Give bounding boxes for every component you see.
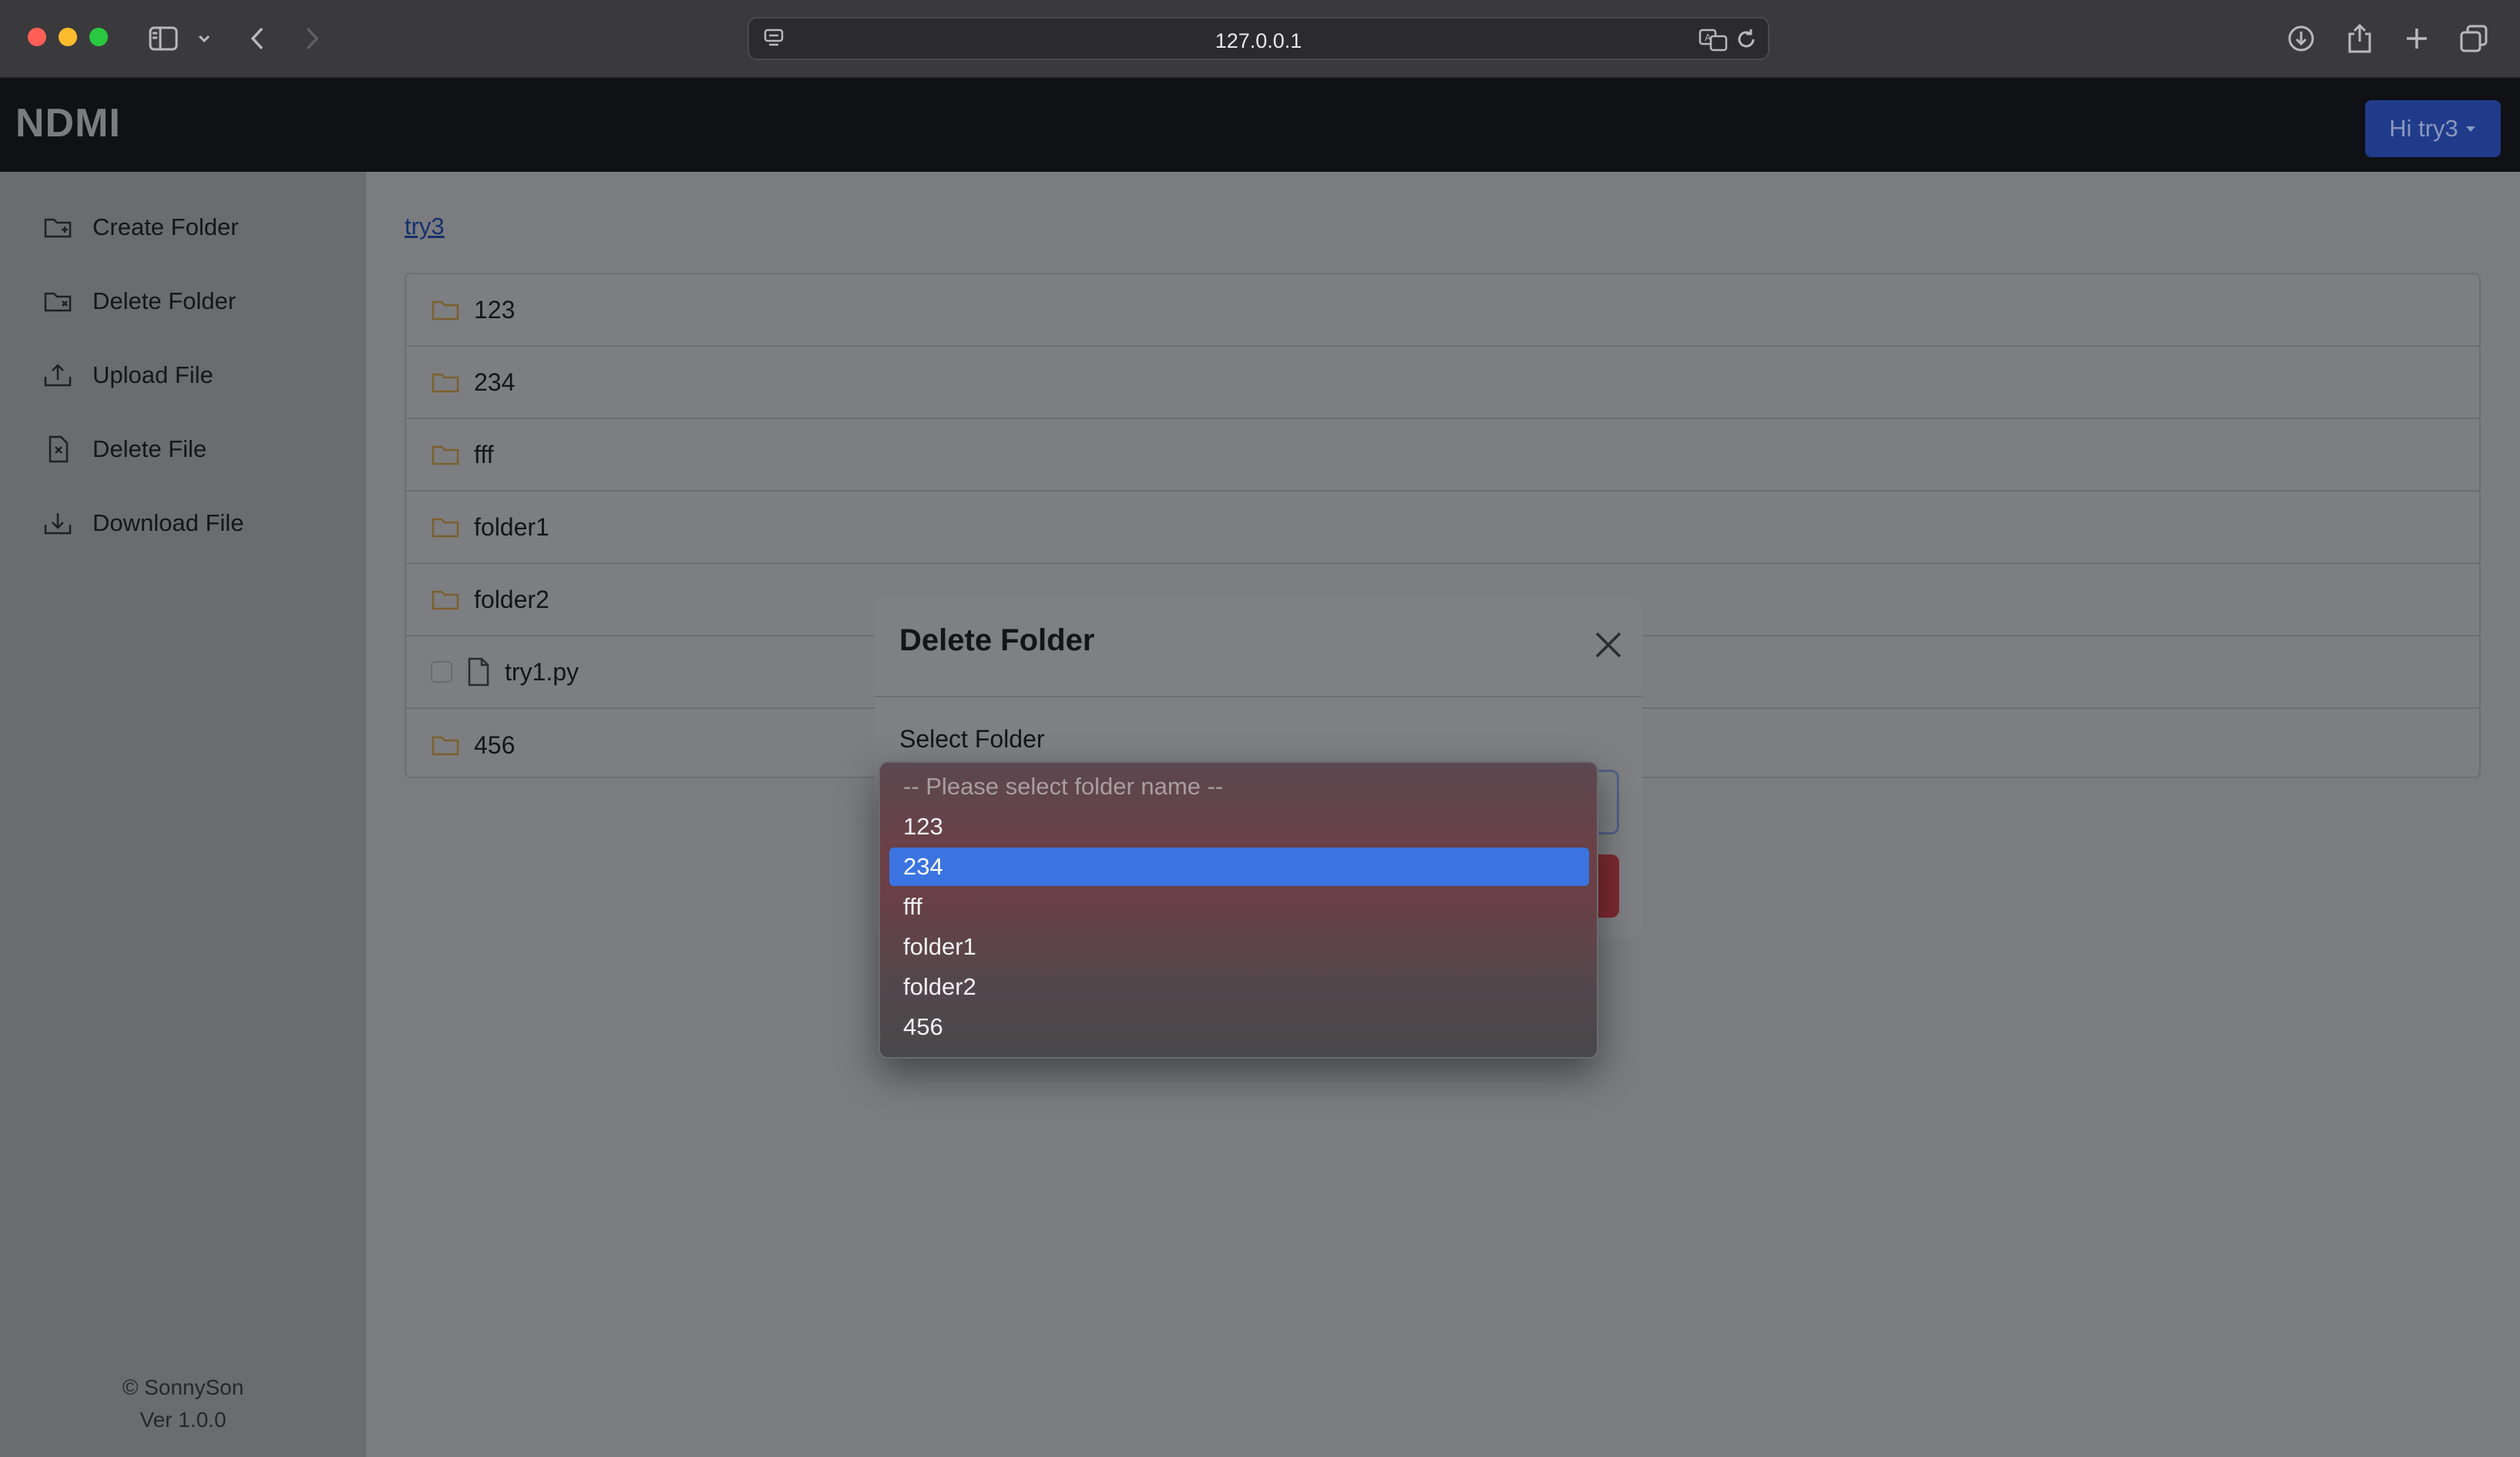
file-icon (468, 657, 489, 687)
list-item-name: 456 (474, 730, 516, 759)
list-item[interactable]: 123 (406, 274, 2479, 347)
folder-icon (432, 736, 459, 756)
dropdown-option[interactable]: 123 (889, 807, 1589, 846)
dropdown-option[interactable]: folder2 (889, 968, 1589, 1006)
sidebar-item-label: Create Folder (92, 213, 239, 240)
list-item-name: folder2 (474, 585, 549, 613)
list-item[interactable]: fff (406, 419, 2479, 492)
forward-icon[interactable] (297, 20, 328, 57)
select-folder-label: Select Folder (899, 725, 1045, 753)
tab-overview-icon[interactable] (2457, 20, 2491, 57)
list-item-name: try1.py (505, 657, 580, 686)
download-icon (44, 513, 72, 535)
caret-down-icon (2465, 126, 2475, 132)
modal-title: Delete Folder (899, 623, 1095, 657)
dropdown-option[interactable]: 456 (889, 1008, 1589, 1046)
footer-copyright: © SonnySon (122, 1375, 244, 1399)
folder-x-icon (44, 292, 72, 312)
dropdown-option-placeholder[interactable]: -- Please select folder name -- (889, 767, 1589, 806)
folder-select-dropdown: -- Please select folder name -- 123 234 … (879, 761, 1598, 1059)
folder-icon (432, 373, 459, 393)
user-menu-button[interactable]: Hi try3 (2365, 100, 2501, 157)
sidebar-item-label: Download File (92, 509, 244, 536)
file-checkbox[interactable] (431, 661, 452, 683)
brand-logo[interactable]: NDMI (15, 100, 121, 146)
sidebar-item-label: Delete File (92, 435, 207, 462)
dropdown-option[interactable]: folder1 (889, 928, 1589, 966)
list-item-name: 123 (474, 295, 516, 324)
address-bar[interactable]: 127.0.0.1 A (748, 17, 1769, 60)
browser-toolbar: 127.0.0.1 A (0, 0, 2520, 79)
svg-text:A: A (1705, 32, 1712, 43)
footer-version: Ver 1.0.0 (139, 1408, 227, 1432)
upload-icon (44, 364, 72, 387)
list-item-name: fff (474, 440, 494, 468)
list-item-name: 234 (474, 368, 516, 396)
downloads-icon[interactable] (2284, 20, 2318, 57)
folder-icon (432, 590, 459, 610)
close-window-button[interactable] (28, 28, 46, 46)
sidebar-item-label: Upload File (92, 361, 213, 388)
sidebar-item-delete-folder[interactable]: Delete Folder (43, 278, 236, 324)
sidebar-item-delete-file[interactable]: Delete File (43, 426, 207, 472)
share-icon[interactable] (2343, 20, 2377, 57)
sidebar-item-upload-file[interactable]: Upload File (43, 352, 213, 398)
folder-icon (432, 445, 459, 465)
sidebar-toggle-icon[interactable] (145, 20, 182, 57)
folder-icon (432, 518, 459, 538)
list-item[interactable]: folder1 (406, 492, 2479, 564)
sidebar-item-download-file[interactable]: Download File (43, 500, 244, 546)
chevron-down-icon[interactable] (193, 20, 216, 57)
translate-icon[interactable]: A (1698, 27, 1728, 55)
list-item-name: folder1 (474, 512, 549, 541)
dropdown-option[interactable]: fff (889, 888, 1589, 926)
zoom-window-button[interactable] (89, 28, 108, 46)
sidebar-item-create-folder[interactable]: Create Folder (43, 204, 239, 250)
minimize-window-button[interactable] (59, 28, 77, 46)
breadcrumb[interactable]: try3 (405, 213, 445, 240)
new-tab-icon[interactable] (2400, 20, 2434, 57)
app-header (0, 79, 2520, 172)
list-item[interactable]: 234 (406, 347, 2479, 419)
url-text: 127.0.0.1 (1215, 29, 1302, 52)
user-menu-label: Hi try3 (2389, 115, 2458, 142)
sidebar-item-label: Delete Folder (92, 287, 237, 314)
folder-plus-icon (44, 218, 72, 238)
modal-header: Delete Folder (875, 597, 1642, 697)
reload-icon[interactable] (1734, 27, 1759, 55)
folder-icon (432, 300, 459, 321)
file-x-icon (49, 435, 69, 463)
back-icon[interactable] (242, 20, 273, 57)
close-icon[interactable] (1593, 629, 1624, 664)
dropdown-option-highlighted[interactable]: 234 (889, 848, 1589, 886)
